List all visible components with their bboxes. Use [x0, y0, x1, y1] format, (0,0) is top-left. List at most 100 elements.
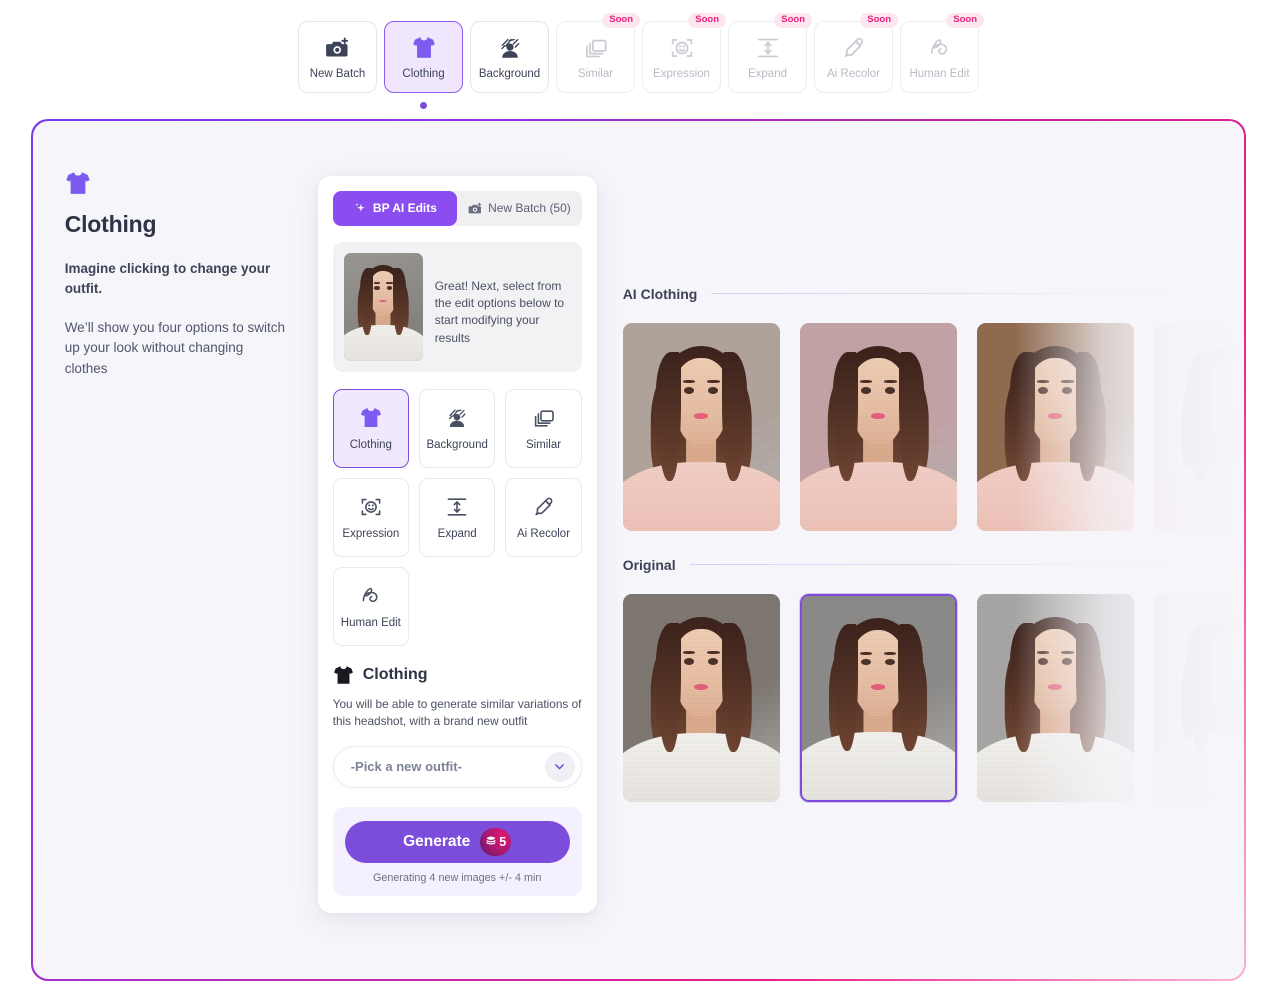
ai-clothing-2[interactable]	[799, 322, 957, 531]
toolbar-item-label: Human Edit	[909, 67, 970, 80]
edit-option-label: Expand	[437, 527, 477, 540]
gallery-divider	[689, 564, 1245, 566]
toolbar-indicator-slot	[470, 93, 549, 109]
soon-badge: Soon	[602, 13, 640, 28]
ai-clothing-3[interactable]	[976, 322, 1134, 531]
gallery-section-header: Original	[623, 557, 1245, 573]
ai-clothing-4[interactable]	[1153, 322, 1245, 531]
gallery-column: AI Clothing Original	[613, 121, 1245, 980]
camera-plus-icon	[468, 201, 483, 216]
squiggle-icon	[927, 35, 953, 61]
sparkle-icon	[353, 201, 368, 216]
info-column: Clothing Imagine clicking to change your…	[33, 121, 318, 980]
credit-cost-badge: 5	[480, 827, 512, 856]
soon-badge: Soon	[688, 13, 726, 28]
panel-tab-new-batch-50-[interactable]: New Batch (50)	[457, 191, 582, 226]
toolbar-indicator-slot	[384, 93, 463, 109]
panel-tab-bp-ai-edits[interactable]: BP AI Edits	[332, 190, 458, 226]
original-3[interactable]	[976, 593, 1134, 802]
active-indicator-dot	[420, 102, 427, 109]
edit-panel: BP AI Edits New Batch (50) Great! Next, …	[317, 175, 597, 913]
smiley-frame-icon	[669, 35, 695, 61]
ai-clothing-1[interactable]	[622, 322, 780, 531]
toolbar-item-similar: Soon Similar	[556, 13, 640, 93]
toolbar-item-ai-recolor: Soon Ai Recolor	[814, 13, 898, 93]
message-text: Great! Next, select from the edit option…	[434, 278, 565, 345]
edit-option-label: Expression	[342, 527, 400, 540]
section-description: You will be able to generate similar var…	[332, 696, 582, 729]
gallery-row	[622, 322, 1245, 531]
layers-icon	[532, 406, 556, 430]
top-toolbar: New Batch Clothing Background Soon Similar So…	[0, 0, 1277, 93]
gallery-divider	[711, 293, 1245, 295]
gallery-section-header: AI Clothing	[623, 286, 1245, 302]
outfit-select-value: -Pick a new outfit-	[350, 759, 462, 775]
chevron-down-icon[interactable]	[544, 751, 575, 782]
toolbar-item-expand: Soon Expand	[728, 13, 812, 93]
gradient-border-card: Clothing Imagine clicking to change your…	[31, 119, 1246, 981]
section-header: Clothing	[333, 665, 582, 685]
original-4[interactable]	[1153, 593, 1245, 802]
edit-option-ai-recolor[interactable]: Ai Recolor	[505, 477, 582, 557]
toolbar-item-label: Clothing	[402, 67, 445, 80]
toolbar-item-background[interactable]: Background	[470, 21, 549, 93]
toolbar-indicator-slot	[556, 93, 635, 109]
toolbar-item-label: Expand	[747, 67, 787, 80]
edit-option-expression[interactable]: Expression	[332, 477, 410, 557]
smiley-frame-icon	[359, 495, 383, 519]
eyedropper-icon	[841, 35, 867, 61]
toolbar-indicator-slot	[642, 93, 721, 109]
generate-note: Generating 4 new images +/- 4 min	[373, 871, 542, 884]
edit-option-label: Background	[426, 438, 488, 451]
edit-option-label: Ai Recolor	[516, 527, 571, 540]
message-thumbnail	[343, 252, 423, 361]
soon-badge: Soon	[860, 13, 898, 28]
toolbar-indicator-slot	[298, 93, 377, 109]
panel-tab-group: BP AI Edits New Batch (50)	[332, 190, 582, 226]
tshirt-icon	[65, 171, 91, 195]
section-title: Clothing	[362, 665, 428, 683]
toolbar-indicator-slot	[814, 93, 893, 109]
info-lead-text: Imagine clicking to change your outfit.	[64, 260, 271, 296]
expand-vertical-icon	[445, 495, 469, 519]
original-2[interactable]	[799, 593, 957, 802]
card-inner: Clothing Imagine clicking to change your…	[32, 120, 1245, 980]
gallery-row	[622, 593, 1245, 802]
layers-icon	[583, 35, 609, 61]
original-1[interactable]	[622, 593, 780, 802]
generate-section: Generate 5 Generating 4 new images +/- 4…	[332, 806, 582, 896]
squiggle-icon	[359, 584, 383, 608]
person-background-icon	[497, 35, 523, 61]
soon-badge: Soon	[774, 13, 812, 28]
outfit-select[interactable]: -Pick a new outfit-	[332, 745, 582, 788]
edit-option-label: Clothing	[349, 438, 392, 451]
edit-option-label: Human Edit	[340, 616, 401, 629]
eyedropper-icon	[532, 495, 556, 519]
edit-option-similar[interactable]: Similar	[505, 388, 582, 468]
toolbar-item-label: Expression	[653, 67, 710, 80]
info-body-text: We’ll show you four options to switch up…	[64, 319, 286, 376]
toolbar-item-human-edit: Soon Human Edit	[900, 13, 984, 93]
edit-option-clothing[interactable]: Clothing	[332, 388, 410, 468]
tshirt-solid-icon	[333, 665, 354, 685]
edit-option-background[interactable]: Background	[419, 388, 496, 468]
tshirt-icon	[359, 406, 383, 430]
edit-option-human-edit[interactable]: Human Edit	[332, 566, 410, 646]
expand-vertical-icon	[755, 35, 781, 61]
toolbar-item-new-batch[interactable]: New Batch	[298, 21, 377, 93]
toolbar-item-label: Similar	[577, 67, 614, 80]
toolbar-item-clothing[interactable]: Clothing	[384, 21, 463, 93]
tshirt-icon	[411, 35, 437, 61]
main-card-wrapper: Clothing Imagine clicking to change your…	[0, 109, 1277, 981]
panel-tab-label: New Batch (50)	[488, 201, 571, 216]
edit-option-expand[interactable]: Expand	[419, 477, 496, 557]
gallery-section-title: AI Clothing	[622, 285, 698, 302]
soon-badge: Soon	[946, 13, 984, 28]
edit-panel-column: BP AI Edits New Batch (50) Great! Next, …	[317, 121, 613, 980]
toolbar-item-label: New Batch	[309, 67, 366, 80]
page-title: Clothing	[64, 210, 157, 237]
generate-button[interactable]: Generate 5	[344, 820, 570, 863]
active-tool-indicator-row	[0, 93, 1277, 109]
toolbar-indicator-slot	[900, 93, 979, 109]
edit-options-grid: Clothing Background Similar Expression Expan…	[332, 388, 582, 646]
